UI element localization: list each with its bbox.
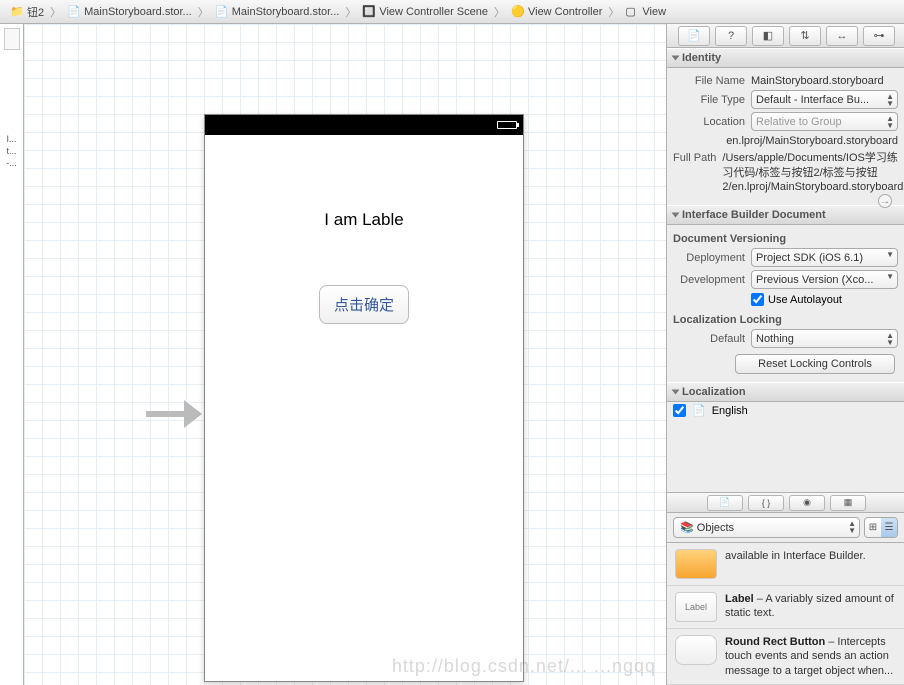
library-item-desc: available in Interface Builder. [725,549,896,563]
default-label: Default [673,333,745,345]
default-select[interactable]: Nothing▲▼ [751,329,898,348]
localization-english-checkbox[interactable] [673,404,686,417]
outline-item[interactable]: -... [6,158,17,168]
ui-button[interactable]: 点击确定 [319,285,409,324]
file-template-tab[interactable]: 📄 [707,495,743,511]
breadcrumb-item[interactable]: 📄MainStoryboard.stor... [209,5,346,19]
breadcrumb-sep: 〉 [494,4,505,20]
ib-header[interactable]: Interface Builder Document [667,205,904,225]
disclosure-icon [672,390,680,395]
location-label: Location [673,116,745,128]
autolayout-label: Use Autolayout [768,294,842,306]
ui-label[interactable]: I am Lable [205,210,523,230]
grid-view-icon[interactable]: ⊞ [865,518,881,537]
file-type-label: File Type [673,94,745,106]
canvas[interactable]: I am Lable 点击确定 http://blog.csdn.net/...… [24,24,666,685]
file-name-label: File Name [673,75,745,87]
file-name-value[interactable]: MainStoryboard.storyboard [751,75,898,87]
file-icon: 📄 [692,404,706,417]
breadcrumb-item[interactable]: 📁钮2 [4,4,50,20]
file-inspector-tab[interactable]: 📄 [678,26,710,46]
inspector-tabs: 📄 ? ◧ ⇅ ↔ ⊶ [667,24,904,48]
size-tab[interactable]: ↔ [826,26,858,46]
location-select[interactable]: Relative to Group▲▼ [751,112,898,131]
library-item[interactable]: Label Label – A variably sized amount of… [667,586,904,629]
breadcrumb-item[interactable]: 🟡View Controller [505,5,608,19]
library-panel: 📄 { } ◉ ▦ 📚 Objects▲▼ ⊞☰ available in In… [667,492,904,685]
list-view-icon[interactable]: ☰ [881,518,897,537]
development-select[interactable]: Previous Version (Xco...▼ [751,270,898,289]
location-path: en.lproj/MainStoryboard.storyboard [726,134,898,148]
library-item[interactable]: available in Interface Builder. [667,543,904,586]
object-icon [675,549,717,579]
library-view-toggle[interactable]: ⊞☰ [864,517,898,538]
reset-locking-button[interactable]: Reset Locking Controls [735,354,895,374]
inspector-panel: 📄 ? ◧ ⇅ ↔ ⊶ Identity File Name MainStoryb… [666,24,904,685]
deployment-select[interactable]: Project SDK (iOS 6.1)▼ [751,248,898,267]
reveal-in-finder-icon[interactable]: → [878,194,892,208]
breadcrumb-item[interactable]: 🔲View Controller Scene [356,5,494,19]
document-outline[interactable]: I... t... -... [0,24,24,685]
breadcrumb-sep: 〉 [345,4,356,20]
status-bar [205,115,523,135]
localization-header[interactable]: Localization [667,382,904,402]
loc-lock-title: Localization Locking [673,314,898,326]
deployment-label: Deployment [673,252,745,264]
full-path-value: /Users/apple/Documents/IOS学习练习代码/标签与按钮2/… [722,151,903,194]
breadcrumb-sep: 〉 [50,4,61,20]
outline-thumb[interactable] [4,28,20,50]
breadcrumb-item[interactable]: ▢View [619,5,672,19]
identity-header[interactable]: Identity [667,48,904,68]
initial-scene-arrow[interactable] [144,394,204,437]
breadcrumb-sep: 〉 [198,4,209,20]
connections-tab[interactable]: ⊶ [863,26,895,46]
label-icon: Label [675,592,717,622]
disclosure-icon [672,213,680,218]
breadcrumb-bar: 📁钮2 〉 📄MainStoryboard.stor... 〉 📄MainSto… [0,0,904,24]
autolayout-checkbox[interactable] [751,293,764,306]
code-snippet-tab[interactable]: { } [748,495,784,511]
quick-help-tab[interactable]: ? [715,26,747,46]
button-icon [675,635,717,665]
breadcrumb-sep: 〉 [608,4,619,20]
device-frame[interactable]: I am Lable 点击确定 [204,114,524,682]
library-item-desc: Label – A variably sized amount of stati… [725,592,896,621]
development-label: Development [673,274,745,286]
battery-icon [497,121,517,129]
library-item[interactable]: Round Rect Button – Intercepts touch eve… [667,629,904,685]
breadcrumb-item[interactable]: 📄MainStoryboard.stor... [61,5,198,19]
library-filter-row: 📚 Objects▲▼ ⊞☰ [667,513,904,543]
file-type-select[interactable]: Default - Interface Bu...▲▼ [751,90,898,109]
outline-item[interactable]: I... [6,134,16,144]
full-path-label: Full Path [673,152,716,164]
localization-english-label: English [712,405,748,417]
ib-body: Document Versioning Deployment Project SD… [667,225,904,382]
outline-item[interactable]: t... [6,146,16,156]
media-library-tab[interactable]: ▦ [830,495,866,511]
attributes-tab[interactable]: ⇅ [789,26,821,46]
identity-tab[interactable]: ◧ [752,26,784,46]
identity-body: File Name MainStoryboard.storyboard File … [667,68,904,205]
library-item-desc: Round Rect Button – Intercepts touch eve… [725,635,896,678]
main-area: I... t... -... I am Lable 点击确定 http://bl… [0,24,904,685]
versioning-title: Document Versioning [673,233,898,245]
localization-row: 📄 English [667,402,904,419]
disclosure-icon [672,56,680,61]
library-items[interactable]: available in Interface Builder. Label La… [667,543,904,685]
library-tabs: 📄 { } ◉ ▦ [667,493,904,513]
library-selector[interactable]: 📚 Objects▲▼ [673,517,860,538]
object-library-tab[interactable]: ◉ [789,495,825,511]
